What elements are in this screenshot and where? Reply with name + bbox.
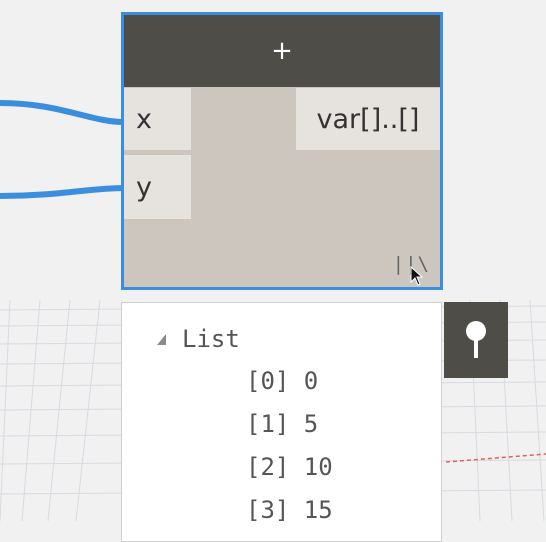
pin-icon — [466, 321, 486, 358]
list-label: List — [182, 325, 240, 353]
expand-triangle-icon[interactable] — [157, 333, 166, 345]
connector-wires[interactable] — [0, 0, 130, 230]
mouse-cursor-icon — [410, 266, 424, 286]
pin-preview-button[interactable] — [444, 302, 508, 378]
preview-bubble[interactable]: List [0] 0 [1] 5 [2] 10 [3] 15 — [121, 302, 442, 542]
list-item: [1] 5 — [246, 410, 319, 438]
list-item: [2] 10 — [246, 453, 333, 481]
list-header[interactable]: List — [157, 325, 240, 353]
input-port-x[interactable]: x — [124, 88, 191, 150]
list-item: [0] 0 — [246, 367, 319, 395]
list-item: [3] 15 — [246, 496, 333, 524]
input-port-y[interactable]: y — [124, 155, 191, 219]
output-port[interactable]: var[]..[] — [296, 88, 440, 150]
node-title[interactable]: + — [124, 15, 440, 87]
add-node[interactable]: + x y var[]..[] ||\ — [121, 12, 443, 290]
